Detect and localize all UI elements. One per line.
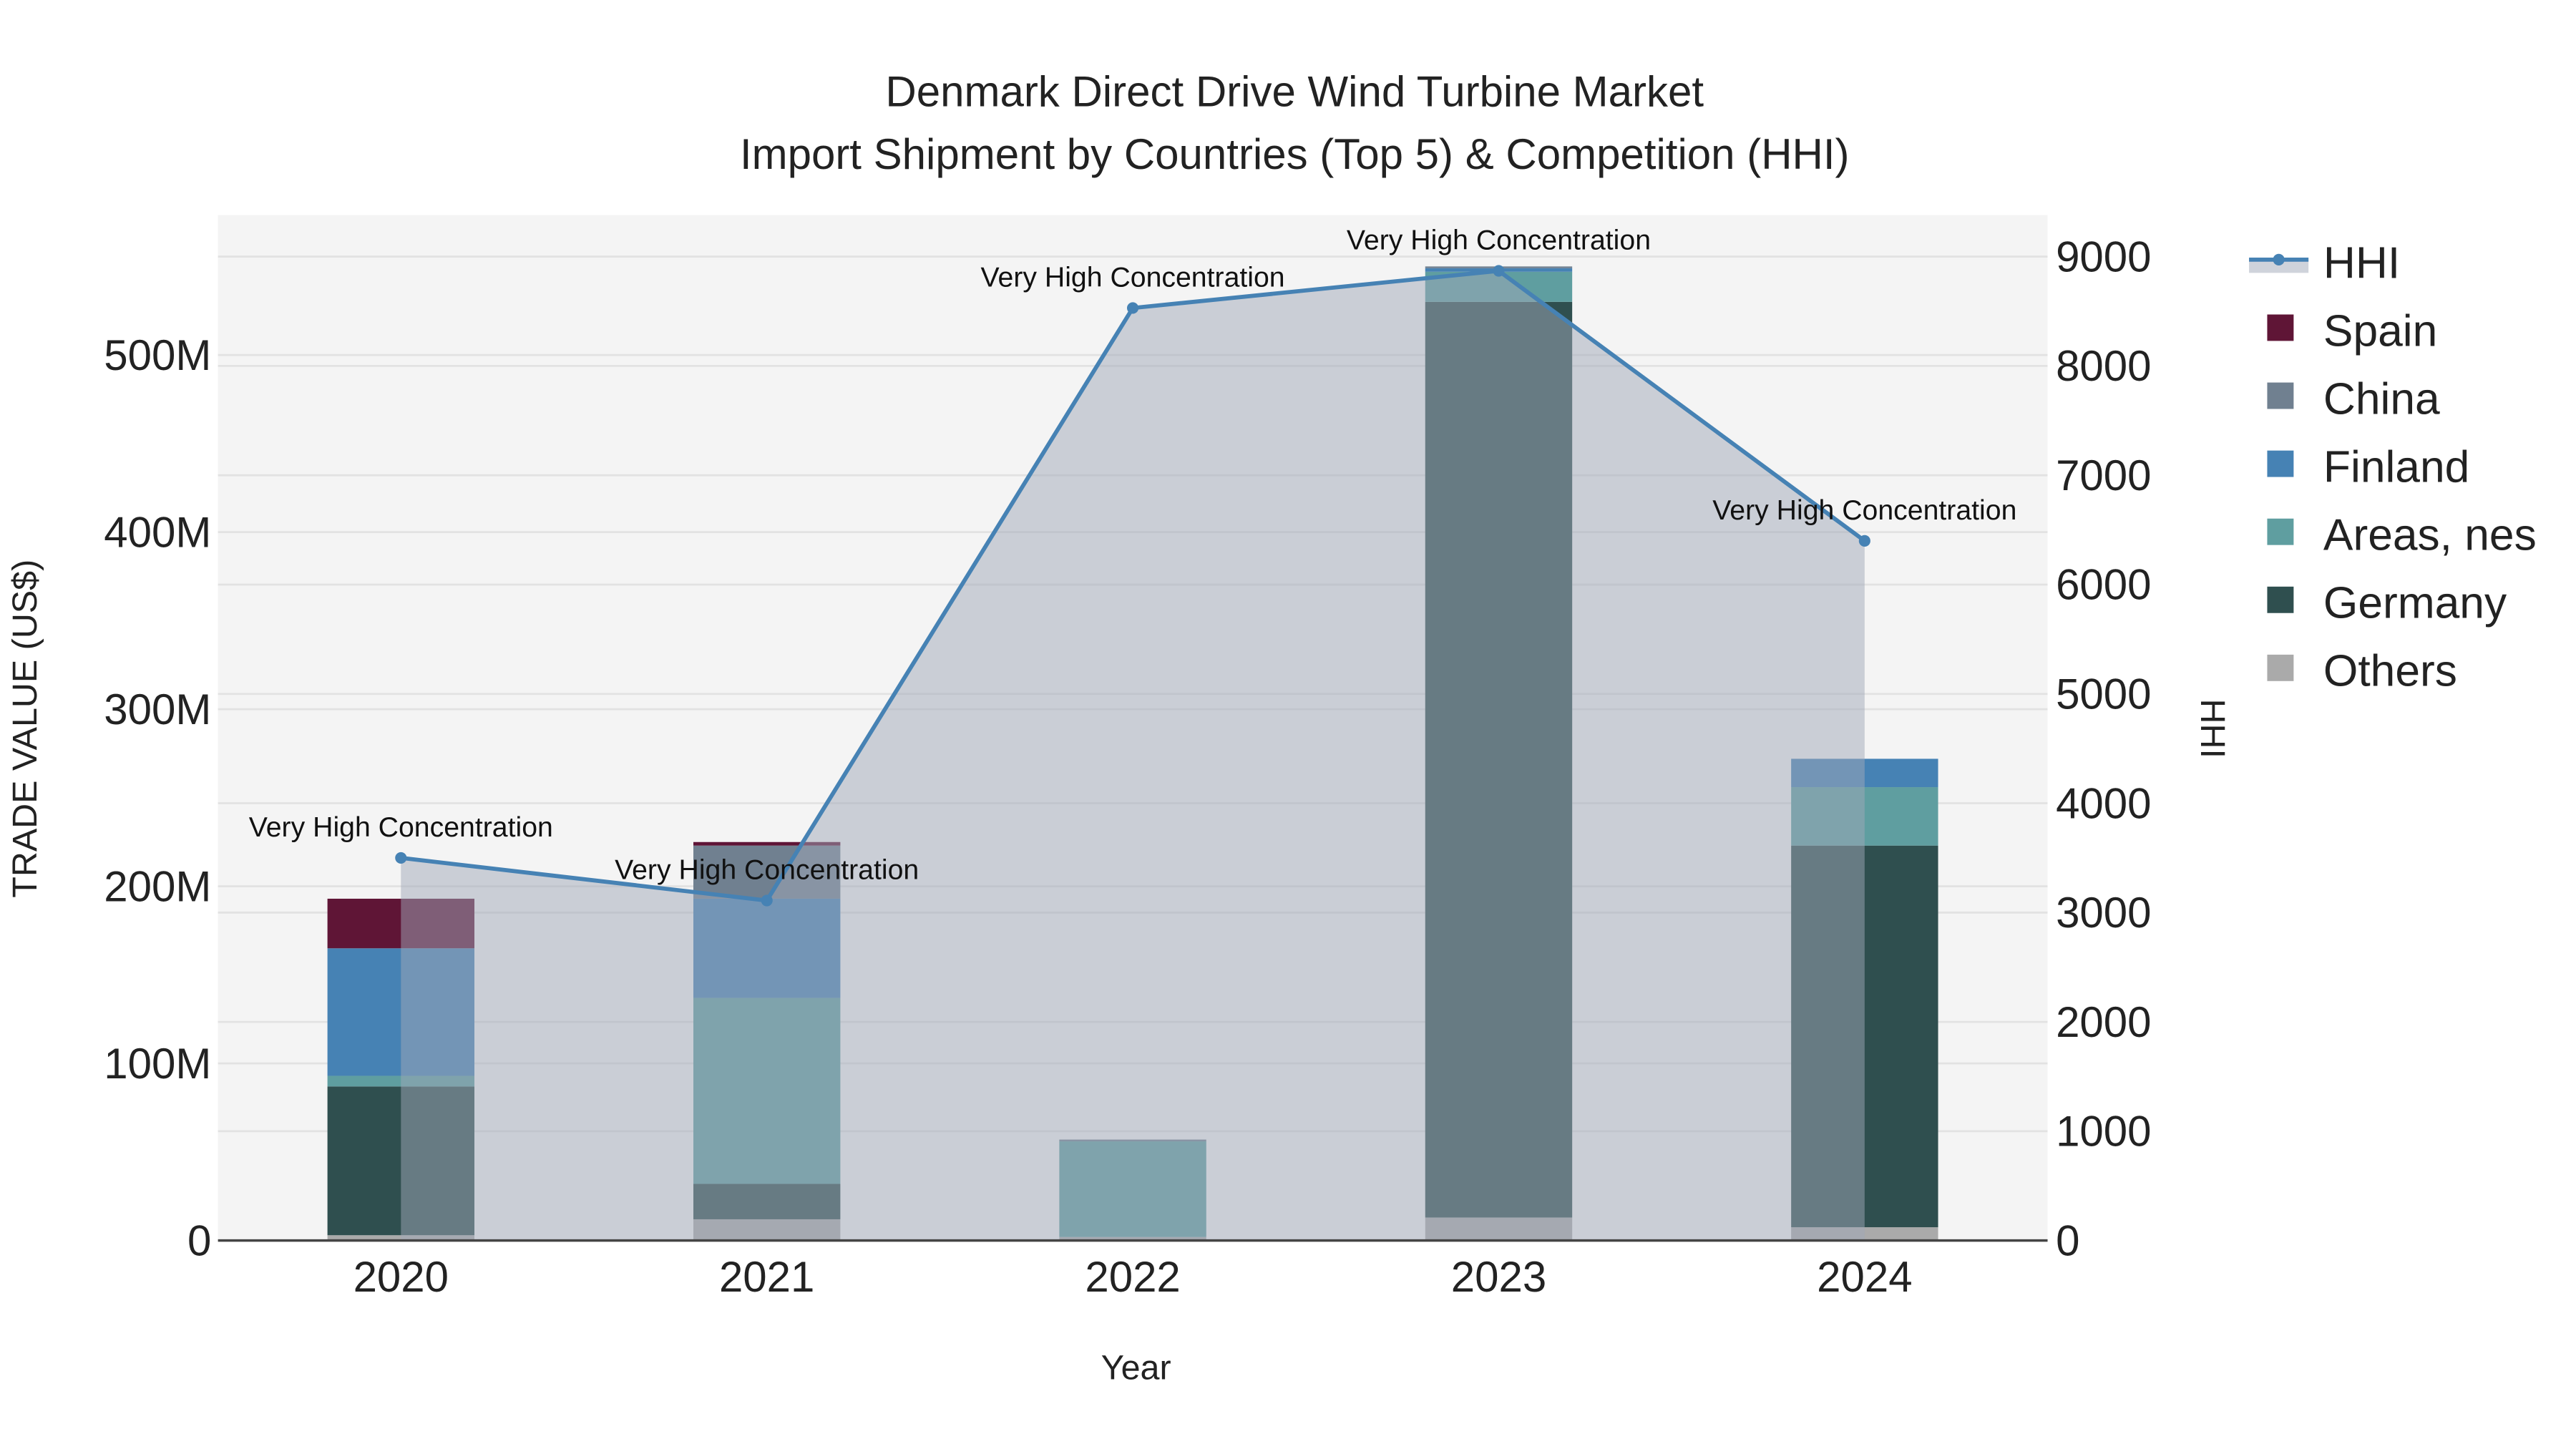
y2-axis-title: HHI	[2193, 699, 2232, 758]
legend-label: Finland	[2323, 443, 2469, 492]
y2-tick-label: 3000	[2056, 889, 2151, 937]
y2-tick-label: 6000	[2056, 561, 2151, 609]
hhi-point-2021[interactable]	[761, 894, 773, 907]
legend-label: HHI	[2323, 238, 2400, 288]
y2-tick-label: 0	[2056, 1216, 2079, 1264]
hhi-annotation: Very High Concentration	[981, 261, 1285, 293]
y2-tick-label: 5000	[2056, 670, 2151, 718]
x-tick-label: 2024	[1817, 1253, 1912, 1301]
x-tick-label: 2021	[719, 1253, 814, 1301]
legend-swatch	[2267, 382, 2294, 409]
hhi-point-2023[interactable]	[1493, 265, 1505, 277]
y2-tick-label: 8000	[2056, 342, 2151, 390]
y2-tick-label: 7000	[2056, 452, 2151, 499]
hhi-point-2020[interactable]	[395, 852, 407, 864]
y-tick-label: 400M	[104, 508, 211, 556]
hhi-point-2022[interactable]	[1127, 302, 1139, 314]
legend-swatch	[2267, 450, 2294, 477]
legend-label: Others	[2323, 647, 2457, 696]
y2-tick-label: 4000	[2056, 779, 2151, 827]
legend-label: Germany	[2323, 579, 2507, 628]
legend-swatch	[2267, 518, 2294, 545]
legend-label: China	[2323, 374, 2440, 424]
x-tick-label: 2020	[353, 1253, 449, 1301]
y-tick-label: 500M	[104, 331, 211, 379]
hhi-annotation: Very High Concentration	[1712, 494, 2016, 526]
y-tick-label: 100M	[104, 1040, 211, 1088]
legend-swatch	[2267, 654, 2294, 681]
y-axis-title: TRADE VALUE (US$)	[6, 560, 44, 898]
hhi-annotation: Very High Concentration	[615, 854, 919, 886]
y2-tick-label: 1000	[2056, 1108, 2151, 1156]
y-tick-label: 200M	[104, 862, 211, 910]
hhi-annotation: Very High Concentration	[1347, 224, 1651, 255]
hhi-annotation: Very High Concentration	[249, 811, 553, 843]
legend-swatch	[2267, 586, 2294, 613]
x-tick-label: 2023	[1451, 1253, 1546, 1301]
legend-label: Areas, nes	[2323, 511, 2537, 560]
y-tick-label: 300M	[104, 686, 211, 733]
chart-subtitle: Import Shipment by Countries (Top 5) & C…	[740, 130, 1850, 178]
y2-tick-label: 9000	[2056, 233, 2151, 280]
x-tick-label: 2022	[1085, 1253, 1180, 1301]
chart: Denmark Direct Drive Wind Turbine Market…	[0, 0, 2576, 1449]
legend-swatch	[2267, 314, 2294, 341]
chart-title: Denmark Direct Drive Wind Turbine Market	[885, 67, 1704, 115]
y2-tick-label: 2000	[2056, 998, 2151, 1046]
legend-hhi-marker-icon	[2273, 253, 2285, 265]
x-axis-title: Year	[1101, 1349, 1171, 1387]
hhi-point-2024[interactable]	[1858, 535, 1870, 547]
legend-label: Spain	[2323, 306, 2437, 356]
y-tick-label: 0	[187, 1216, 211, 1264]
